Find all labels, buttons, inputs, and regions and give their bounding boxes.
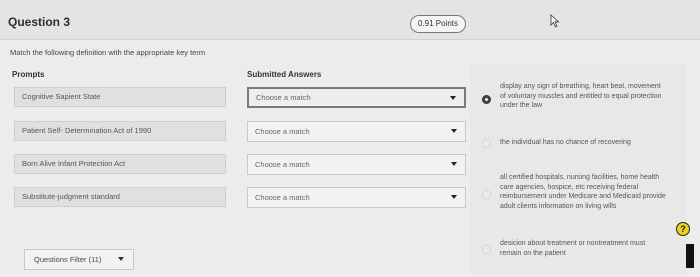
prompt-item[interactable]: Cognitive Sapient State — [14, 87, 226, 107]
submitted-answers-column-header: Submitted Answers — [247, 70, 322, 79]
question-title: Question 3 — [8, 15, 71, 29]
question-header — [0, 0, 700, 40]
prompt-item[interactable]: Born Alive Infant Protection Act — [14, 154, 226, 174]
radio-button[interactable] — [482, 245, 491, 254]
chevron-down-icon — [451, 195, 457, 199]
match-select-value: Choose a match — [255, 127, 310, 136]
match-select[interactable]: Choose a match — [247, 87, 466, 108]
prompt-item[interactable]: Patient Self- Determination Act of 1990 — [14, 121, 226, 141]
answer-text: all certified hospitals, nursing facilit… — [500, 174, 666, 210]
answer-choice[interactable]: desicion about treatment or nontreatment… — [482, 239, 672, 261]
questions-filter-label: Questions Filter (11) — [34, 255, 102, 264]
points-badge: 0.91 Points — [410, 15, 466, 33]
match-select-value: Choose a match — [256, 93, 311, 102]
match-select-value: Choose a match — [255, 193, 310, 202]
match-select[interactable]: Choose a match — [247, 121, 466, 142]
match-select[interactable]: Choose a match — [247, 187, 466, 208]
answer-choice[interactable]: all certified hospitals, nursing facilit… — [482, 173, 672, 215]
prompts-column-header: Prompts — [12, 70, 45, 79]
radio-button[interactable] — [482, 190, 491, 199]
prompt-item[interactable]: Substitute-judgment standard — [14, 187, 226, 207]
answer-text: desicion about treatment or nontreatment… — [500, 240, 646, 257]
match-select[interactable]: Choose a match — [247, 154, 466, 175]
answer-choice[interactable]: display any sign of breathing, heart bea… — [482, 82, 672, 118]
questions-filter-button[interactable]: Questions Filter (11) — [24, 249, 134, 270]
chevron-down-icon — [118, 257, 124, 261]
help-icon[interactable]: ? — [676, 222, 690, 236]
radio-button-selected[interactable] — [482, 95, 491, 104]
chevron-down-icon — [450, 96, 456, 100]
match-select-value: Choose a match — [255, 160, 310, 169]
instructions-text: Match the following definition with the … — [10, 48, 206, 57]
cursor-icon — [550, 14, 560, 28]
radio-button[interactable] — [482, 139, 491, 148]
answer-text: display any sign of breathing, heart bea… — [500, 83, 662, 109]
chevron-down-icon — [451, 129, 457, 133]
chevron-down-icon — [451, 162, 457, 166]
answer-choice[interactable]: the individual has no chance of recoveri… — [482, 138, 672, 152]
side-tab[interactable] — [686, 244, 694, 268]
answer-text: the individual has no chance of recoveri… — [500, 139, 631, 146]
